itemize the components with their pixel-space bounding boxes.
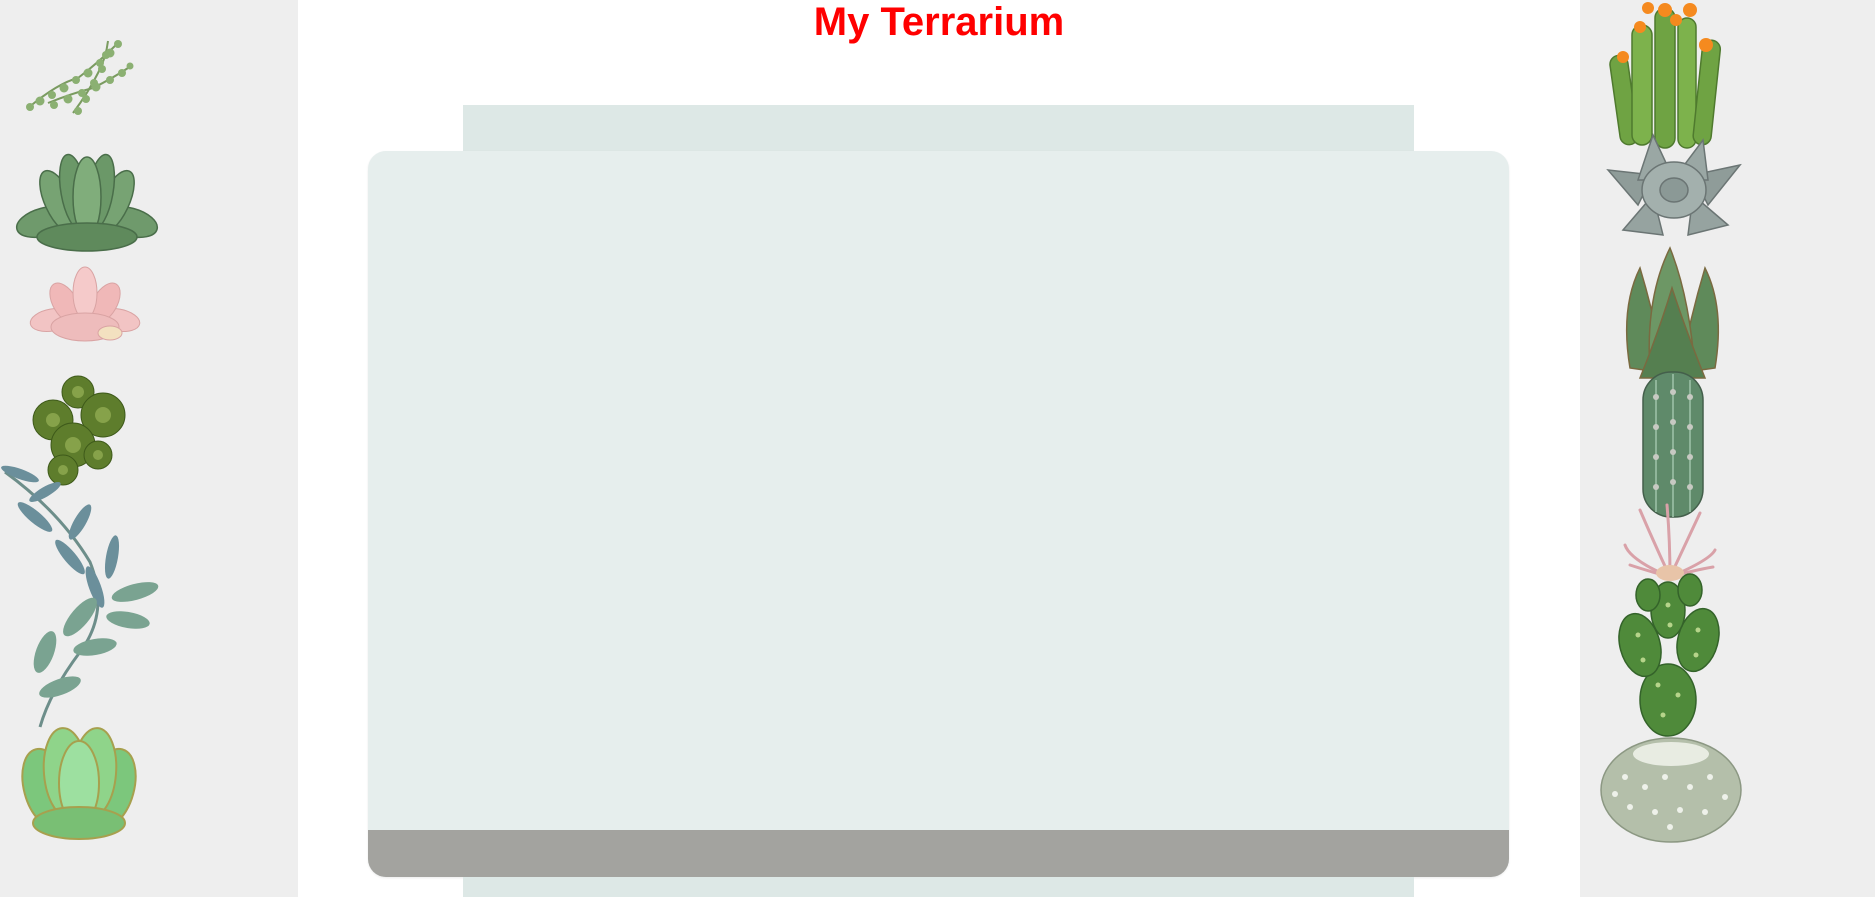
eucalyptus-sprig-icon [1, 465, 159, 728]
air-plant-icon [1623, 503, 1717, 581]
jar-bottom [463, 877, 1414, 897]
jar-top-rim [463, 105, 1414, 153]
pink-succulent-icon [29, 266, 141, 342]
aloe-icon [1625, 246, 1720, 379]
right-plant-panel [1580, 0, 1875, 897]
page-title: My Terrarium [813, 0, 1065, 44]
prickly-pear-cactus-icon [1618, 573, 1720, 737]
plant-air-plant[interactable] [1623, 503, 1717, 583]
silver-succulent-icon [1606, 132, 1742, 236]
snowball-cactus-icon [1600, 737, 1742, 843]
orange-flowering-cactus-icon [1609, 2, 1722, 149]
plant-eucalyptus-sprig[interactable] [0, 462, 160, 732]
plant-string-of-pearls[interactable] [18, 33, 136, 118]
plant-pink-succulent[interactable] [29, 265, 141, 347]
left-plant-panel [0, 0, 298, 897]
plant-columnar-cactus[interactable] [1638, 371, 1708, 520]
string-of-pearls-icon [26, 40, 134, 115]
plant-orange-flowering-cactus[interactable] [1609, 0, 1725, 152]
jar-soil [368, 830, 1509, 877]
plant-snowball-cactus[interactable] [1600, 732, 1742, 844]
plant-prickly-pear-cactus[interactable] [1618, 573, 1720, 737]
jar-walls [368, 151, 1509, 877]
jade-succulent-icon [21, 727, 137, 840]
plant-aloe[interactable] [1620, 246, 1725, 383]
green-succulent-icon [15, 153, 159, 252]
plant-green-succulent[interactable] [14, 142, 160, 258]
plant-silver-succulent[interactable] [1606, 132, 1742, 243]
columnar-cactus-icon [1642, 371, 1704, 518]
plant-jade-succulent[interactable] [18, 718, 140, 843]
